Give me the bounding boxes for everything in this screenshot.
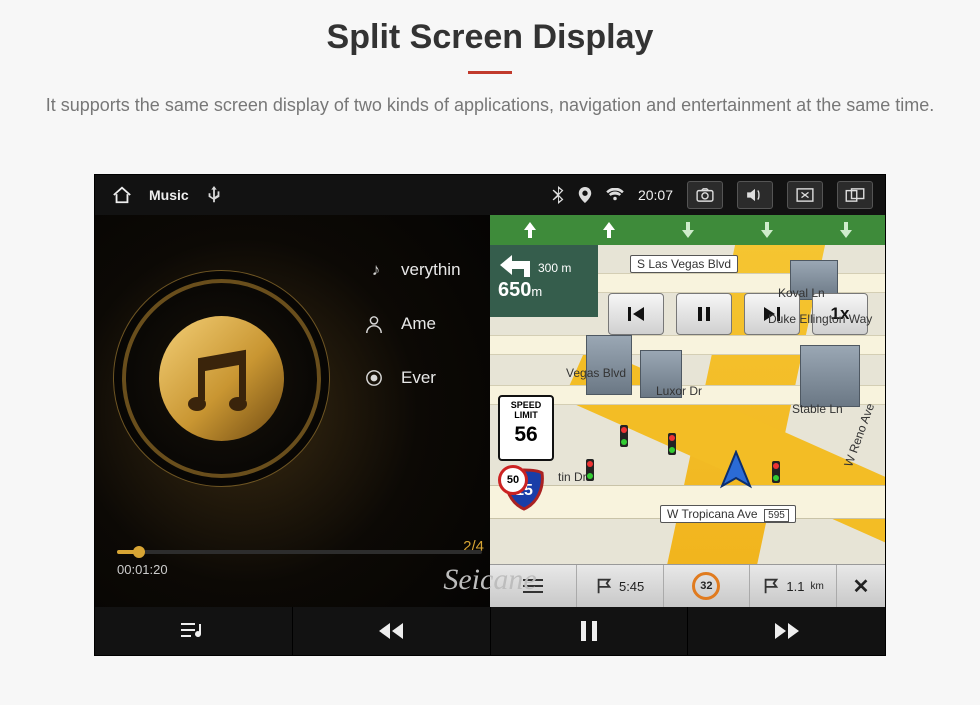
track-label: Ame: [401, 314, 436, 334]
nav-distance[interactable]: 1.1km: [750, 565, 837, 607]
note-icon: ♪: [365, 260, 387, 280]
lane-arrow-icon: [806, 215, 885, 245]
turn-distance: 650: [498, 279, 531, 301]
track-list: ♪ verythin Ame Ever: [365, 243, 490, 405]
street-label: Vegas Blvd: [560, 365, 632, 381]
speed-limit-sign: SPEED LIMIT 56: [498, 395, 554, 461]
track-row[interactable]: Ame: [365, 297, 490, 351]
nav-speed-badge[interactable]: 32: [664, 565, 751, 607]
status-app-title: Music: [149, 187, 189, 203]
screenshot-button[interactable]: [687, 181, 723, 209]
speed-ring-icon: 32: [692, 572, 720, 600]
next-turn-box: 300 m 650m: [490, 245, 598, 317]
flag-icon: [595, 577, 613, 595]
current-speed-badge: 50: [498, 465, 528, 495]
playlist-button[interactable]: [95, 607, 292, 655]
nav-eta[interactable]: 5:45: [577, 565, 664, 607]
turn-left-icon: [498, 251, 534, 279]
nav-bottom-bar: 5:45 32 1.1km ✕: [490, 564, 885, 607]
pause-button[interactable]: [490, 607, 688, 655]
prev-track-button[interactable]: [292, 607, 490, 655]
speed-limit-value: 56: [500, 423, 552, 447]
track-label: Ever: [401, 368, 436, 388]
street-label: Stable Ln: [786, 401, 849, 417]
target-icon: [365, 369, 387, 387]
map-pause-button[interactable]: [676, 293, 732, 335]
lane-arrow-icon: [569, 215, 648, 245]
street-label: Duke Ellington Way: [762, 311, 878, 327]
wifi-icon: [606, 188, 624, 202]
traffic-light-icon: [620, 425, 628, 447]
bluetooth-icon: [552, 186, 564, 204]
lane-arrow-icon: [490, 215, 569, 245]
traffic-light-icon: [772, 461, 780, 483]
flag-icon: [762, 577, 780, 595]
turn-distance-unit: m: [531, 284, 542, 299]
track-row[interactable]: ♪ verythin: [365, 243, 490, 297]
split-view-button[interactable]: [837, 181, 873, 209]
close-panel-button[interactable]: [787, 181, 823, 209]
music-panel: ♪ verythin Ame Ever 2/4: [95, 215, 490, 607]
progress-area: 00:01:20: [117, 550, 482, 577]
music-note-icon: [192, 344, 252, 414]
title-underline: [468, 71, 512, 74]
page-title: Split Screen Display: [0, 0, 980, 57]
page-description: It supports the same screen display of t…: [45, 92, 935, 120]
nav-menu-button[interactable]: [490, 565, 577, 607]
album-art[interactable]: [113, 270, 330, 487]
lane-arrow-icon: [648, 215, 727, 245]
nav-lane-bar: [490, 215, 885, 245]
home-icon[interactable]: [111, 185, 133, 205]
progress-bar[interactable]: [117, 550, 482, 554]
nav-close-button[interactable]: ✕: [837, 565, 885, 607]
street-label: Luxor Dr: [650, 383, 708, 399]
elapsed-time: 00:01:20: [117, 562, 168, 577]
traffic-light-icon: [668, 433, 676, 455]
street-label: tin Dr: [552, 469, 593, 485]
track-label: verythin: [401, 260, 461, 280]
status-time: 20:07: [638, 187, 673, 203]
map-prev-button[interactable]: [608, 293, 664, 335]
map-building: [800, 345, 860, 407]
usb-icon: [207, 186, 221, 204]
album-art-inner: [159, 316, 284, 441]
playback-bar: [95, 607, 885, 655]
location-icon: [578, 187, 592, 203]
interstate-shield: 15 50: [504, 467, 544, 511]
street-label: S Las Vegas Blvd: [630, 255, 738, 273]
street-label: W Tropicana Ave 595: [660, 505, 796, 523]
volume-button[interactable]: [737, 181, 773, 209]
street-label: Koval Ln: [772, 285, 831, 301]
navigation-panel: 300 m 650m 1x SPEED LIMIT 56 15 50: [490, 215, 885, 607]
device-frame: Music 20:07: [95, 175, 885, 655]
person-icon: [365, 315, 387, 333]
split-body: ♪ verythin Ame Ever 2/4: [95, 215, 885, 607]
track-row[interactable]: Ever: [365, 351, 490, 405]
status-bar: Music 20:07: [95, 175, 885, 215]
speed-limit-label: SPEED LIMIT: [500, 401, 552, 421]
vehicle-cursor-icon: [716, 450, 756, 490]
next-track-button[interactable]: [687, 607, 885, 655]
lane-arrow-icon: [727, 215, 806, 245]
